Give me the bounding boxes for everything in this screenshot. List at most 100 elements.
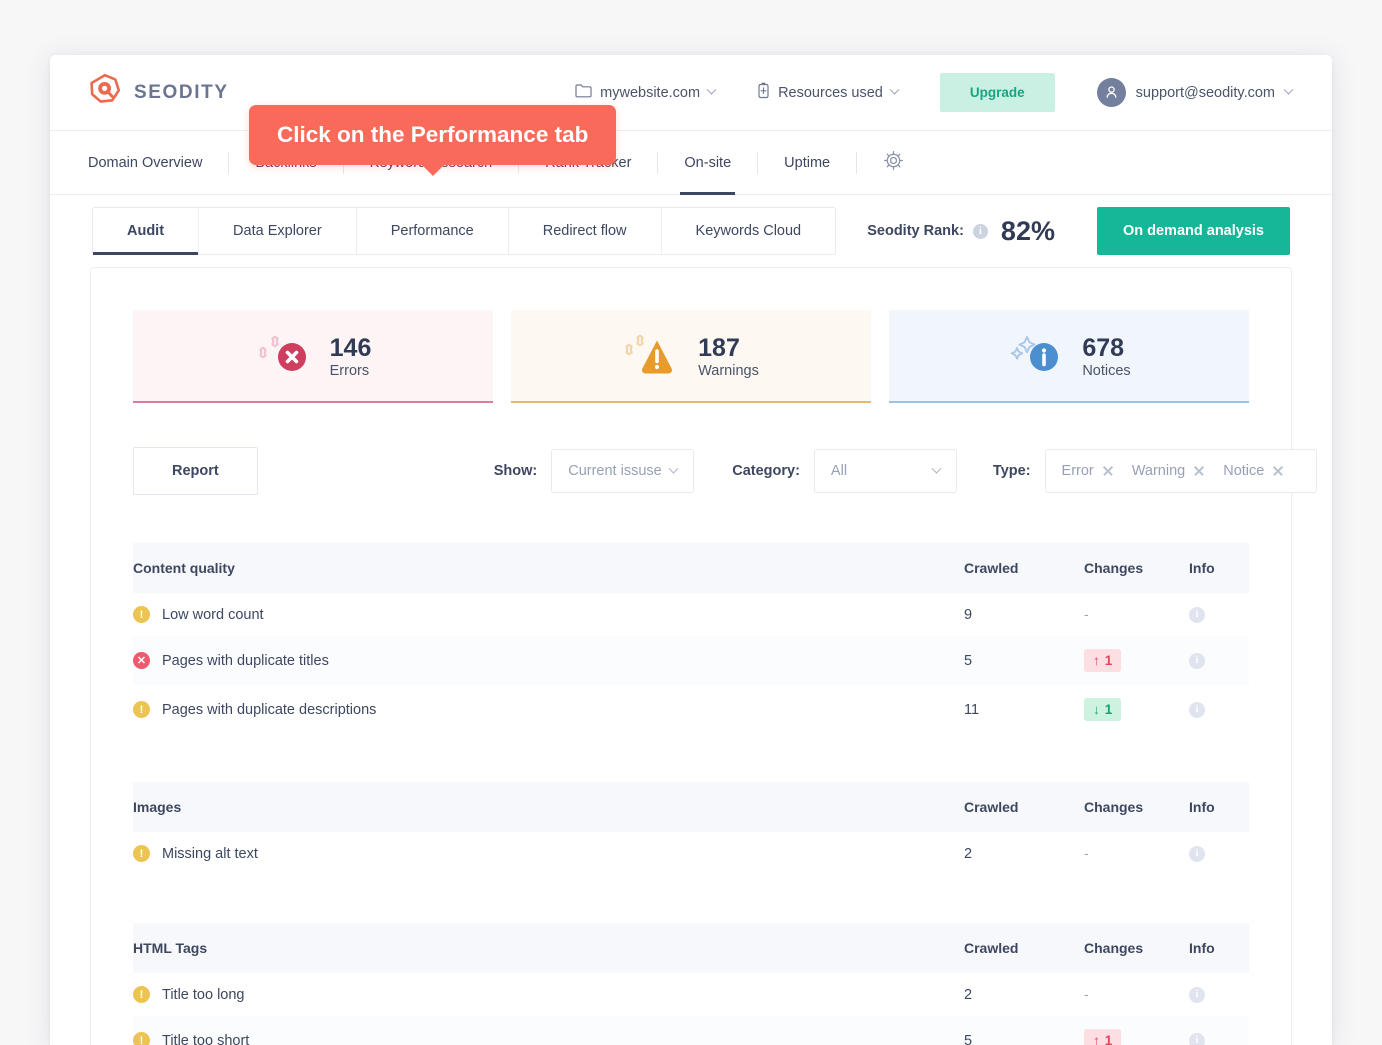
gear-icon xyxy=(883,150,904,176)
spacer xyxy=(91,495,1291,543)
stat-card-warnings[interactable]: 187 Warnings xyxy=(511,310,871,403)
nav-item-domain-overview[interactable]: Domain Overview xyxy=(50,131,228,194)
close-icon[interactable] xyxy=(1272,465,1284,477)
category-select[interactable]: All xyxy=(814,449,957,493)
nav-label: Domain Overview xyxy=(88,155,202,171)
table-row[interactable]: ! Title too short 5 ↑ 1 i xyxy=(133,1016,1249,1045)
type-chip-error[interactable]: Error xyxy=(1062,463,1114,479)
arrow-up-icon: ↑ xyxy=(1093,1033,1100,1045)
crawled-value: 5 xyxy=(964,636,1084,685)
brand-name: SEODITY xyxy=(134,82,229,104)
table-row[interactable]: ! Missing alt text 2 - i xyxy=(133,832,1249,875)
upgrade-button[interactable]: Upgrade xyxy=(940,73,1055,112)
on-demand-analysis-button[interactable]: On demand analysis xyxy=(1097,207,1290,255)
tab-label: Performance xyxy=(391,223,474,239)
table-row[interactable]: ! Pages with duplicate descriptions 11 ↓… xyxy=(133,685,1249,734)
stat-card-notices[interactable]: 678 Notices xyxy=(889,310,1249,403)
close-icon[interactable] xyxy=(1193,465,1205,477)
show-select[interactable]: Current issuse xyxy=(551,449,694,493)
warning-badge-icon: ! xyxy=(133,986,150,1003)
warning-badge-icon: ! xyxy=(133,701,150,718)
chevron-down-icon xyxy=(707,85,717,95)
table-row[interactable]: ! Low word count 9 - i xyxy=(133,593,1249,636)
change-value: 1 xyxy=(1105,653,1113,668)
show-select-value: Current issuse xyxy=(568,463,661,479)
audit-table: Content quality Crawled Changes Info ! L… xyxy=(133,543,1249,734)
table-header-row: HTML Tags Crawled Changes Info xyxy=(133,923,1249,973)
show-filter-label: Show: xyxy=(494,463,538,479)
site-selector[interactable]: mywebsite.com xyxy=(575,83,715,102)
subtabs: Audit Data Explorer Performance Redirect… xyxy=(92,207,836,255)
change-value: 1 xyxy=(1105,702,1113,717)
nav-label: Uptime xyxy=(784,155,830,171)
nav-item-uptime[interactable]: Uptime xyxy=(758,131,856,194)
warning-badge-icon: ! xyxy=(133,606,150,623)
info-icon[interactable]: i xyxy=(1189,607,1205,623)
crawled-value: 5 xyxy=(964,1016,1084,1045)
seodity-rank-value: 82% xyxy=(1001,216,1055,247)
folder-icon xyxy=(575,83,592,102)
tab-audit[interactable]: Audit xyxy=(93,208,199,254)
info-icon[interactable]: i xyxy=(1189,702,1205,718)
stat-label: Warnings xyxy=(698,363,759,379)
type-chip-warning[interactable]: Warning xyxy=(1132,463,1205,479)
change-none: - xyxy=(1084,606,1089,622)
account-menu[interactable]: support@seodity.com xyxy=(1097,78,1292,107)
top-header-bar: SEODITY mywebsite.com xyxy=(50,55,1332,131)
warning-triangle-icon xyxy=(623,332,681,382)
settings-button[interactable] xyxy=(857,131,922,194)
type-chip-notice[interactable]: Notice xyxy=(1223,463,1284,479)
column-header-info: Info xyxy=(1189,543,1249,593)
column-header-crawled: Crawled xyxy=(964,543,1084,593)
tab-keywords-cloud[interactable]: Keywords Cloud xyxy=(662,208,836,254)
info-icon[interactable]: i xyxy=(1189,846,1205,862)
nav-item-on-site[interactable]: On-site xyxy=(658,131,757,194)
issue-name: Title too long xyxy=(162,987,244,1003)
stat-text: 187 Warnings xyxy=(698,334,759,379)
column-header-crawled: Crawled xyxy=(964,782,1084,832)
error-cross-icon xyxy=(255,332,313,382)
warning-badge-icon: ! xyxy=(133,1032,150,1045)
seodity-hex-magnifier-logo-icon xyxy=(87,72,123,113)
audit-table: Images Crawled Changes Info ! Missing al… xyxy=(133,782,1249,875)
column-header-changes: Changes xyxy=(1084,782,1189,832)
crawled-value: 9 xyxy=(964,593,1084,636)
tab-redirect-flow[interactable]: Redirect flow xyxy=(509,208,662,254)
type-chip-label: Error xyxy=(1062,463,1094,479)
brand-logo[interactable]: SEODITY xyxy=(87,72,229,113)
tab-performance[interactable]: Performance xyxy=(357,208,509,254)
info-icon[interactable]: i xyxy=(1189,1033,1205,1045)
issue-name: Pages with duplicate descriptions xyxy=(162,702,376,718)
table-row[interactable]: ! Title too long 2 - i xyxy=(133,973,1249,1016)
error-badge-icon: ✕ xyxy=(133,652,150,669)
info-icon[interactable]: i xyxy=(973,224,988,239)
stat-value: 678 xyxy=(1082,334,1130,363)
section-title: HTML Tags xyxy=(133,923,964,973)
section-title: Content quality xyxy=(133,543,964,593)
crawled-value: 2 xyxy=(964,973,1084,1016)
column-header-crawled: Crawled xyxy=(964,923,1084,973)
table-row[interactable]: ✕ Pages with duplicate titles 5 ↑ 1 i xyxy=(133,636,1249,685)
account-email: support@seodity.com xyxy=(1136,85,1275,101)
top-header-right: mywebsite.com Resources used Upgrade xyxy=(575,73,1292,112)
seodity-rank-area: Seodity Rank: i 82% On demand analysis xyxy=(867,207,1290,255)
issue-name: Pages with duplicate titles xyxy=(162,653,329,669)
site-selector-label: mywebsite.com xyxy=(600,85,700,101)
stat-card-errors[interactable]: 146 Errors xyxy=(133,310,493,403)
report-button[interactable]: Report xyxy=(133,447,258,495)
close-icon[interactable] xyxy=(1102,465,1114,477)
tab-label: Data Explorer xyxy=(233,223,322,239)
resources-used[interactable]: Resources used xyxy=(757,82,898,103)
nav-label: On-site xyxy=(684,155,731,171)
info-icon[interactable]: i xyxy=(1189,653,1205,669)
column-header-info: Info xyxy=(1189,923,1249,973)
stat-value: 187 xyxy=(698,334,759,363)
type-chip-label: Warning xyxy=(1132,463,1185,479)
chevron-down-icon xyxy=(889,85,899,95)
spacer xyxy=(91,734,1291,782)
type-filter-label: Type: xyxy=(993,463,1031,479)
tab-data-explorer[interactable]: Data Explorer xyxy=(199,208,357,254)
info-icon[interactable]: i xyxy=(1189,987,1205,1003)
type-multiselect[interactable]: Error Warning Notice xyxy=(1045,449,1318,493)
table-header-row: Images Crawled Changes Info xyxy=(133,782,1249,832)
